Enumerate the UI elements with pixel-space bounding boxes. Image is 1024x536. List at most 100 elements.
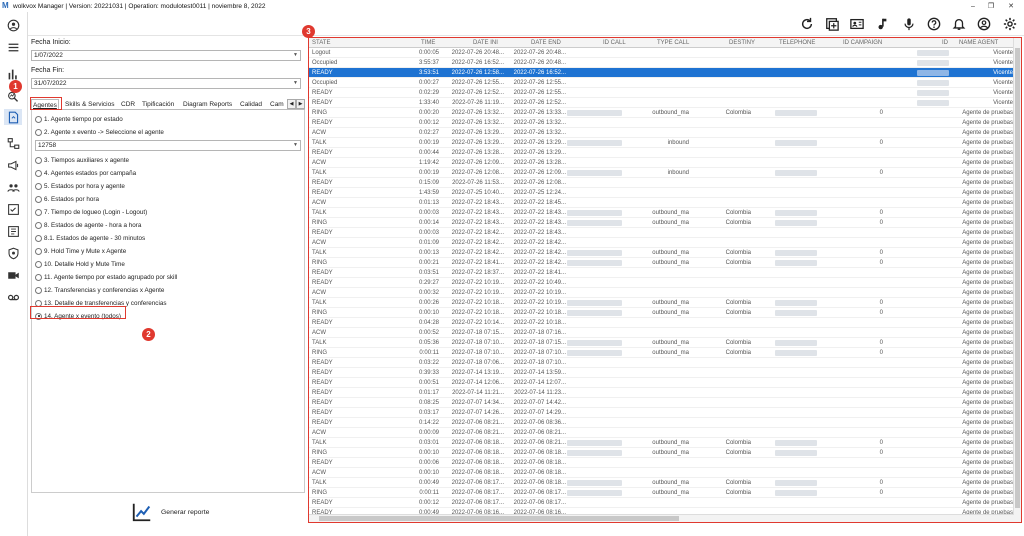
col-name-agent[interactable]: NAME AGENT <box>959 38 998 48</box>
table-row[interactable]: READY 0:00:44 2022-07-26 13:28... 2022-07-2… <box>309 148 1014 158</box>
tab-campaign[interactable]: Cam <box>269 99 285 110</box>
table-row[interactable]: ACW 0:01:09 2022-07-22 18:42... 2022-07-22 … <box>309 238 1014 248</box>
table-row[interactable]: RING 0:00:10 2022-07-22 10:18... 2022-07-22… <box>309 308 1014 318</box>
report-option-12[interactable]: 12. Transferencias y conferencias x Agen… <box>35 285 164 295</box>
table-row[interactable]: READY 0:00:06 2022-07-06 08:18... 2022-07-0… <box>309 458 1014 468</box>
table-row[interactable]: READY 3:53:51 2022-07-26 12:58... 2022-07-2… <box>309 68 1014 78</box>
table-row[interactable]: Occupied 0:00:27 2022-07-26 12:55... 2022-0… <box>309 78 1014 88</box>
radio-button[interactable] <box>35 286 42 294</box>
table-row[interactable]: RING 0:00:21 2022-07-22 18:41... 2022-07-22… <box>309 258 1014 268</box>
radio-button[interactable] <box>35 128 42 136</box>
radio-button[interactable] <box>35 273 42 281</box>
radio-button[interactable] <box>35 247 42 255</box>
id-card-icon[interactable] <box>849 16 865 32</box>
table-row[interactable]: TALK 0:03:01 2022-07-06 08:18... 2022-07-06… <box>309 438 1014 448</box>
col-time[interactable]: TIME <box>421 38 435 48</box>
col-date-ini[interactable]: DATE INI <box>473 38 498 48</box>
radio-button[interactable] <box>35 234 42 242</box>
table-row[interactable]: READY 0:03:17 2022-07-07 14:26... 2022-07-0… <box>309 408 1014 418</box>
table-row[interactable]: READY 0:03:51 2022-07-22 18:37... 2022-07-2… <box>309 268 1014 278</box>
table-row[interactable]: ACW 0:02:27 2022-07-26 13:29... 2022-07-26 … <box>309 128 1014 138</box>
col-id-call[interactable]: ID CALL <box>603 38 626 48</box>
report-option-10[interactable]: 10. Detalle Hold y Mute Time <box>35 259 125 269</box>
radio-button[interactable] <box>35 195 42 203</box>
tab-scroll-left-button[interactable]: ◀ <box>287 99 296 109</box>
radio-button[interactable] <box>35 156 42 164</box>
col-type-call[interactable]: TYPE CALL <box>657 38 689 48</box>
tab-scroll-right-button[interactable]: ▶ <box>296 99 305 109</box>
table-row[interactable]: READY 0:39:33 2022-07-14 13:19... 2022-07-1… <box>309 368 1014 378</box>
table-row[interactable]: READY 0:04:28 2022-07-22 10:14... 2022-07-2… <box>309 318 1014 328</box>
menu-icon[interactable] <box>4 39 22 55</box>
table-row[interactable]: ACW 0:00:32 2022-07-22 10:19... 2022-07-22 … <box>309 288 1014 298</box>
table-row[interactable]: READY 0:29:27 2022-07-22 10:19... 2022-07-2… <box>309 278 1014 288</box>
start-date-select[interactable]: 1/07/2022 ▼ <box>31 50 301 61</box>
table-row[interactable]: READY 1:33:40 2022-07-26 11:19... 2022-07-2… <box>309 98 1014 108</box>
minimize-button[interactable]: – <box>966 0 980 12</box>
add-contact-icon[interactable] <box>824 16 840 32</box>
report-option-8-1[interactable]: 8.1. Estados de agente - 30 minutos <box>35 233 145 243</box>
table-row[interactable]: READY 1:43:59 2022-07-25 10:40... 2022-07-2… <box>309 188 1014 198</box>
help-icon[interactable] <box>926 16 942 32</box>
table-row[interactable]: Occupied 3:55:37 2022-07-26 16:52... 2022-0… <box>309 58 1014 68</box>
table-row[interactable]: ACW 0:00:52 2022-07-18 07:15... 2022-07-18 … <box>309 328 1014 338</box>
report-option-2[interactable]: 2. Agente x evento -> Seleccione el agen… <box>35 127 164 137</box>
tab-diagram-reports[interactable]: Diagram Reports <box>182 99 233 110</box>
radio-button[interactable] <box>35 169 42 177</box>
table-row[interactable]: READY 0:00:51 2022-07-14 12:06... 2022-07-1… <box>309 378 1014 388</box>
campaign-icon[interactable] <box>4 157 22 173</box>
table-row[interactable]: READY 0:00:03 2022-07-22 18:42... 2022-07-2… <box>309 228 1014 238</box>
table-row[interactable]: READY 0:00:12 2022-07-06 08:17... 2022-07-0… <box>309 498 1014 508</box>
radio-button[interactable] <box>35 115 42 123</box>
table-row[interactable]: READY 0:15:09 2022-07-26 11:53... 2022-07-2… <box>309 178 1014 188</box>
notifications-icon[interactable] <box>951 16 967 32</box>
table-row[interactable]: RING 0:00:11 2022-07-06 08:17... 2022-07-06… <box>309 488 1014 498</box>
table-row[interactable]: ACW 0:01:13 2022-07-22 18:43... 2022-07-22 … <box>309 198 1014 208</box>
checklist-icon[interactable] <box>4 201 22 217</box>
microphone-icon[interactable] <box>901 16 917 32</box>
dashboard-icon[interactable] <box>4 223 22 239</box>
table-row[interactable]: RING 0:00:11 2022-07-18 07:10... 2022-07-18… <box>309 348 1014 358</box>
reports-icon[interactable] <box>4 109 22 125</box>
table-row[interactable]: READY 0:02:29 2022-07-26 12:52... 2022-07-2… <box>309 88 1014 98</box>
user-icon[interactable] <box>4 17 22 33</box>
table-row[interactable]: Logout 0:00:05 2022-07-26 20:48... 2022-07-… <box>309 48 1014 58</box>
security-icon[interactable] <box>4 245 22 261</box>
table-row[interactable]: TALK 0:00:26 2022-07-22 10:18... 2022-07-22… <box>309 298 1014 308</box>
generate-report-button[interactable]: Generar reporte <box>131 501 209 523</box>
col-telephone[interactable]: TELEPHONE <box>779 38 815 48</box>
tab-skills-servicios[interactable]: Skills & Servicios <box>64 99 115 110</box>
report-option-6[interactable]: 6. Estados por hora <box>35 194 99 204</box>
voicemail-icon[interactable] <box>4 289 22 305</box>
report-option-3[interactable]: 3. Tiempos auxiliares x agente <box>35 155 129 165</box>
table-row[interactable]: READY 0:03:22 2022-07-18 07:06... 2022-07-1… <box>309 358 1014 368</box>
radio-button[interactable] <box>35 221 42 229</box>
col-destiny[interactable]: DESTINY <box>729 38 755 48</box>
table-row[interactable]: RING 0:00:10 2022-07-06 08:18... 2022-07-06… <box>309 448 1014 458</box>
table-row[interactable]: TALK 0:00:19 2022-07-26 12:08... 2022-07-26… <box>309 168 1014 178</box>
workflow-icon[interactable] <box>4 135 22 151</box>
agents-icon[interactable] <box>4 179 22 195</box>
table-row[interactable]: ACW 0:00:09 2022-07-06 08:21... 2022-07-06 … <box>309 428 1014 438</box>
report-option-9[interactable]: 9. Hold Time y Mute x Agente <box>35 246 126 256</box>
report-option-7[interactable]: 7. Tiempo de logueo (Login - Logout) <box>35 207 147 217</box>
report-option-8[interactable]: 8. Estados de agente - hora a hora <box>35 220 141 230</box>
tab-tipificacion[interactable]: Tipificación <box>141 99 175 110</box>
table-row[interactable]: TALK 0:00:03 2022-07-22 18:43... 2022-07-22… <box>309 208 1014 218</box>
scroll-thumb[interactable] <box>1015 48 1020 508</box>
report-option-11[interactable]: 11. Agente tiempo por estado agrupado po… <box>35 272 177 282</box>
col-date-end[interactable]: DATE END <box>531 38 561 48</box>
refresh-icon[interactable] <box>799 16 815 32</box>
scroll-thumb[interactable] <box>319 516 679 521</box>
maximize-button[interactable]: ❐ <box>984 0 998 12</box>
col-id-campaign[interactable]: ID CAMPAIGN <box>843 38 882 48</box>
music-icon[interactable] <box>874 16 890 32</box>
radio-button[interactable] <box>35 182 42 190</box>
table-row[interactable]: TALK 0:00:49 2022-07-06 08:17... 2022-07-06… <box>309 478 1014 488</box>
radio-button[interactable] <box>35 260 42 268</box>
table-row[interactable]: ACW 1:19:42 2022-07-26 12:09... 2022-07-26 … <box>309 158 1014 168</box>
report-option-4[interactable]: 4. Agentes estados por campaña <box>35 168 136 178</box>
radio-button[interactable] <box>35 208 42 216</box>
table-row[interactable]: TALK 0:00:13 2022-07-22 18:42... 2022-07-22… <box>309 248 1014 258</box>
report-option-5[interactable]: 5. Estados por hora y agente <box>35 181 125 191</box>
